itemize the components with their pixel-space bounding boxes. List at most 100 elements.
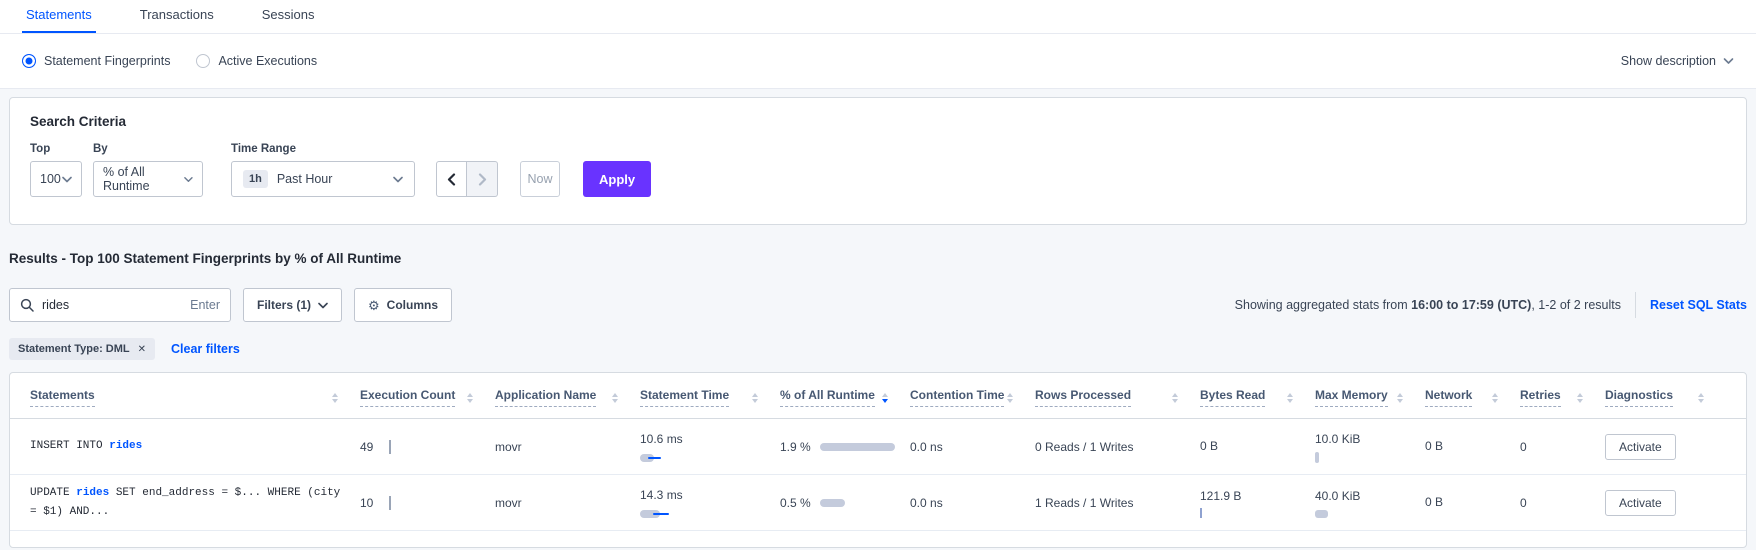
statement-time-value: 10.6 ms [640, 430, 686, 449]
tab-statements[interactable]: Statements [22, 0, 96, 33]
stats-range: 16:00 to 17:59 (UTC) [1411, 298, 1531, 312]
diagnostics-cell: Activate [1605, 490, 1726, 516]
columns-button-label: Columns [387, 298, 438, 312]
column-header-runtime-pct[interactable]: % of All Runtime [780, 388, 910, 407]
statement-cell[interactable]: INSERT INTO rides [30, 437, 360, 456]
statement-link[interactable]: rides [109, 440, 142, 452]
column-header-application-name[interactable]: Application Name [495, 388, 640, 407]
rows-processed-cell: 0 Reads / 1 Writes [1035, 440, 1200, 454]
time-range-field: Time Range 1h Past Hour [231, 143, 415, 197]
radio-active-executions[interactable]: Active Executions [196, 54, 317, 68]
radio-label: Active Executions [218, 54, 317, 68]
column-header-execution-count[interactable]: Execution Count [360, 388, 495, 407]
column-header-network[interactable]: Network [1425, 388, 1520, 407]
sort-icon-active[interactable] [882, 393, 888, 403]
statement-time-bar [640, 453, 700, 463]
bytes-read-cell: 121.9 B [1200, 487, 1315, 519]
filter-chip-label: Statement Type: DML [18, 343, 130, 355]
search-input[interactable] [42, 298, 182, 312]
search-box[interactable]: Enter [9, 288, 231, 322]
sort-icon[interactable] [1172, 393, 1178, 403]
column-header-retries[interactable]: Retries [1520, 388, 1605, 407]
rows-processed-cell: 1 Reads / 1 Writes [1035, 496, 1200, 510]
top-field: Top 100 [30, 143, 82, 197]
time-range-select[interactable]: 1h Past Hour [231, 161, 415, 197]
view-toggle-bar: Statement Fingerprints Active Executions… [0, 34, 1756, 89]
sort-icon[interactable] [467, 393, 473, 403]
chevron-down-icon [1723, 57, 1734, 65]
column-header-max-memory[interactable]: Max Memory [1315, 388, 1425, 407]
column-header-statements[interactable]: Statements [30, 388, 360, 407]
gear-icon: ⚙ [368, 299, 380, 312]
search-criteria-title: Search Criteria [30, 114, 1726, 129]
activate-diagnostics-button[interactable]: Activate [1605, 434, 1676, 460]
time-range-badge: 1h [243, 170, 268, 188]
sort-icon[interactable] [752, 393, 758, 403]
reset-sql-stats-link[interactable]: Reset SQL Stats [1650, 298, 1747, 312]
column-header-rows-processed[interactable]: Rows Processed [1035, 388, 1200, 407]
execution-count-cell: 10 [360, 496, 495, 510]
filter-chips-row: Statement Type: DML ✕ Clear filters [9, 338, 1747, 360]
chevron-down-icon [393, 176, 403, 183]
sort-icon[interactable] [332, 393, 338, 403]
max-memory-value: 10.0 KiB [1315, 430, 1361, 449]
top-select[interactable]: 100 [30, 161, 82, 197]
search-criteria-card: Search Criteria Top 100 By % of All Runt… [9, 97, 1747, 225]
statement-cell[interactable]: UPDATE rides SET end_address = $... WHER… [30, 484, 360, 521]
time-range-next-button[interactable] [467, 161, 498, 197]
filters-button[interactable]: Filters (1) [243, 288, 342, 322]
contention-time-cell: 0.0 ns [910, 496, 1035, 510]
column-header-contention-time[interactable]: Contention Time [910, 388, 1035, 407]
columns-button[interactable]: ⚙ Columns [354, 288, 452, 322]
max-memory-bar [1315, 452, 1319, 463]
search-enter-hint[interactable]: Enter [190, 298, 220, 312]
close-icon[interactable]: ✕ [138, 344, 146, 355]
time-range-label: Time Range [231, 143, 415, 155]
sort-icon[interactable] [1287, 393, 1293, 403]
activate-diagnostics-button[interactable]: Activate [1605, 490, 1676, 516]
by-field: By % of All Runtime [93, 143, 203, 197]
apply-button[interactable]: Apply [583, 161, 651, 197]
show-description-toggle[interactable]: Show description [1621, 54, 1734, 68]
max-memory-cell: 10.0 KiB [1315, 430, 1425, 464]
bytes-read-value: 0 B [1200, 437, 1246, 456]
radio-statement-fingerprints[interactable]: Statement Fingerprints [22, 54, 170, 68]
sort-icon[interactable] [1397, 393, 1403, 403]
column-header-bytes-read[interactable]: Bytes Read [1200, 388, 1315, 407]
top-label: Top [30, 143, 82, 155]
sort-icon[interactable] [1492, 393, 1498, 403]
by-select[interactable]: % of All Runtime [93, 161, 203, 197]
search-criteria-controls: Top 100 By % of All Runtime Time Range 1… [30, 143, 1726, 197]
sort-icon[interactable] [1698, 393, 1704, 403]
filter-chip-statement-type[interactable]: Statement Type: DML ✕ [9, 338, 155, 360]
radio-unselected-icon[interactable] [196, 54, 210, 68]
filters-button-label: Filters (1) [257, 298, 311, 312]
column-header-statement-time[interactable]: Statement Time [640, 388, 780, 407]
results-title: Results - Top 100 Statement Fingerprints… [9, 251, 1747, 266]
tab-transactions[interactable]: Transactions [136, 0, 218, 33]
tab-bar: Statements Transactions Sessions [0, 0, 1756, 34]
statement-time-cell: 10.6 ms [640, 430, 780, 463]
now-button[interactable]: Now [520, 161, 560, 197]
by-label: By [93, 143, 203, 155]
diagnostics-cell: Activate [1605, 434, 1726, 460]
column-header-diagnostics[interactable]: Diagnostics [1605, 388, 1726, 407]
radio-selected-icon[interactable] [22, 54, 36, 68]
sort-icon[interactable] [1577, 393, 1583, 403]
by-select-value: % of All Runtime [103, 165, 184, 193]
statement-time-value: 14.3 ms [640, 486, 686, 505]
stats-suffix: , 1-2 of 2 results [1531, 298, 1621, 312]
clear-filters-link[interactable]: Clear filters [171, 342, 240, 356]
tab-sessions[interactable]: Sessions [258, 0, 319, 33]
max-memory-cell: 40.0 KiB [1315, 487, 1425, 518]
time-range-prev-button[interactable] [436, 161, 467, 197]
chevron-down-icon [184, 176, 193, 183]
sort-icon[interactable] [612, 393, 618, 403]
statement-link[interactable]: rides [76, 487, 109, 499]
network-cell: 0 B [1425, 437, 1520, 456]
chevron-right-icon [478, 173, 487, 186]
execution-count-cell: 49 [360, 440, 495, 454]
statements-table: Statements Execution Count Application N… [9, 372, 1747, 548]
statement-time-bar [640, 509, 700, 519]
sort-icon[interactable] [1007, 393, 1013, 403]
